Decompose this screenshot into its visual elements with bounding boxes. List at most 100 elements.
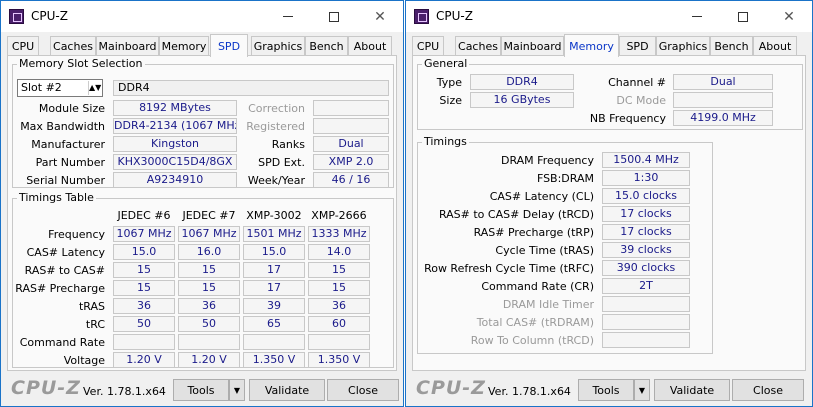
- trfc-value: 390 clocks: [602, 260, 690, 276]
- dropdown-arrow-icon: ▼: [638, 385, 646, 395]
- timing-cell: 16.0: [178, 244, 240, 260]
- window-title: CPU-Z: [31, 9, 68, 23]
- slot-select-value: Slot #2: [21, 81, 62, 94]
- tab-bar: CPU Caches Mainboard Memory SPD Graphics…: [412, 34, 806, 57]
- ranks-value: Dual: [313, 136, 389, 152]
- manufacturer-value: Kingston: [113, 136, 237, 152]
- part-number-value: KHX3000C15D4/8GX: [113, 154, 237, 170]
- max-bandwidth-value: DDR4-2134 (1067 MHz): [113, 118, 237, 134]
- timing-cell: 15: [178, 280, 240, 296]
- trp-label: RAS# Precharge (tRP): [473, 226, 594, 239]
- column-header: JEDEC #6: [117, 209, 171, 222]
- tab-mainboard[interactable]: Mainboard: [96, 36, 159, 56]
- max-bandwidth-label: Max Bandwidth: [20, 120, 105, 133]
- footer: CPU-Z Ver. 1.78.1.x64 Tools ▼ Validate C…: [406, 373, 812, 406]
- timing-row-label: Frequency: [48, 228, 105, 241]
- title-bar[interactable]: CPU-Z ✕: [1, 1, 403, 32]
- column-header: XMP-3002: [246, 209, 302, 222]
- timing-cell: 17: [243, 262, 305, 278]
- general-group: General Type DDR4 Size 16 GBytes Channel…: [417, 57, 803, 130]
- timing-cell: 1067 MHz: [178, 226, 240, 242]
- close-button[interactable]: Close: [327, 379, 399, 401]
- correction-label: Correction: [248, 102, 305, 115]
- slot-select[interactable]: Slot #2 ▲▼: [17, 79, 103, 97]
- tab-memory[interactable]: Memory: [159, 36, 209, 56]
- tools-button[interactable]: Tools: [173, 379, 229, 401]
- tab-spd[interactable]: SPD: [619, 36, 656, 56]
- version-text: Ver. 1.78.1.x64: [488, 385, 571, 398]
- dc-mode-label: DC Mode: [616, 94, 666, 107]
- tools-dropdown-button[interactable]: ▼: [229, 379, 245, 401]
- dc-mode-value: [673, 92, 773, 108]
- week-year-value: 46 / 16: [313, 172, 389, 188]
- timing-row-label: Command Rate: [19, 336, 105, 349]
- maximize-icon: [329, 11, 339, 22]
- timing-cell: 15: [308, 262, 370, 278]
- timing-cell: 15: [308, 280, 370, 296]
- registered-value: [313, 118, 389, 134]
- command-rate-label: Command Rate (CR): [481, 280, 594, 293]
- tab-caches[interactable]: Caches: [50, 36, 96, 56]
- tab-about[interactable]: About: [753, 36, 797, 56]
- ranks-label: Ranks: [271, 138, 305, 151]
- tab-bench[interactable]: Bench: [710, 36, 753, 56]
- spd-ext-value: XMP 2.0: [313, 154, 389, 170]
- trcd-label: RAS# to CAS# Delay (tRCD): [438, 208, 594, 221]
- timing-row-label: Voltage: [63, 354, 105, 367]
- close-window-button[interactable]: ✕: [357, 1, 403, 32]
- dram-frequency-label: DRAM Frequency: [500, 154, 594, 167]
- timing-row-label: CAS# Latency: [26, 246, 105, 259]
- close-button[interactable]: Close: [732, 379, 804, 401]
- tab-bench[interactable]: Bench: [305, 36, 348, 56]
- row-to-column-label: Row To Column (tRCD): [470, 334, 594, 347]
- tab-memory[interactable]: Memory: [564, 34, 619, 57]
- tab-graphics[interactable]: Graphics: [656, 36, 710, 56]
- close-window-button[interactable]: ✕: [766, 1, 812, 32]
- timing-row-label: tRAS: [78, 300, 105, 313]
- timing-cell: 15.0: [113, 244, 175, 260]
- tools-button[interactable]: Tools: [578, 379, 634, 401]
- cpuz-app-icon: [9, 9, 24, 24]
- timing-cell: [178, 334, 240, 350]
- memory-panel: General Type DDR4 Size 16 GBytes Channel…: [412, 55, 806, 371]
- validate-button[interactable]: Validate: [654, 379, 730, 401]
- tab-cpu[interactable]: CPU: [412, 36, 444, 56]
- timing-cell: 50: [113, 316, 175, 332]
- close-icon: ✕: [783, 8, 795, 25]
- maximize-button[interactable]: [311, 1, 357, 32]
- size-value: 16 GBytes: [470, 92, 574, 108]
- tab-caches[interactable]: Caches: [455, 36, 501, 56]
- group-title: General: [422, 57, 470, 70]
- tools-dropdown-button[interactable]: ▼: [634, 379, 650, 401]
- close-icon: ✕: [374, 8, 386, 25]
- timing-cell: [113, 334, 175, 350]
- tab-about[interactable]: About: [348, 36, 392, 56]
- timing-cell: 1501 MHz: [243, 226, 305, 242]
- channel-value: Dual: [673, 74, 773, 90]
- timing-row-label: RAS# to CAS#: [24, 264, 105, 277]
- tab-spd[interactable]: SPD: [210, 34, 248, 57]
- validate-button[interactable]: Validate: [249, 379, 325, 401]
- tab-cpu[interactable]: CPU: [7, 36, 39, 56]
- serial-number-label: Serial Number: [26, 174, 105, 187]
- type-label: Type: [436, 76, 462, 89]
- title-bar[interactable]: CPU-Z ✕: [406, 1, 812, 32]
- tab-graphics[interactable]: Graphics: [251, 36, 305, 56]
- timing-row-label: tRC: [85, 318, 105, 331]
- minimize-icon: [692, 16, 702, 17]
- timing-cell: 15.0: [243, 244, 305, 260]
- tras-value: 39 clocks: [602, 242, 690, 258]
- timings-group: Timings DRAM Frequency 1500.4 MHz FSB:DR…: [417, 135, 713, 354]
- minimize-button[interactable]: [674, 1, 720, 32]
- timing-cell: 50: [178, 316, 240, 332]
- maximize-button[interactable]: [720, 1, 766, 32]
- minimize-button[interactable]: [265, 1, 311, 32]
- nb-frequency-value: 4199.0 MHz: [673, 110, 773, 126]
- timing-cell: 1.20 V: [113, 352, 175, 368]
- timing-cell: 1067 MHz: [113, 226, 175, 242]
- timing-cell: [243, 334, 305, 350]
- maximize-icon: [738, 11, 748, 22]
- timing-cell: 1.20 V: [178, 352, 240, 368]
- tab-mainboard[interactable]: Mainboard: [501, 36, 564, 56]
- timing-cell: 15: [113, 280, 175, 296]
